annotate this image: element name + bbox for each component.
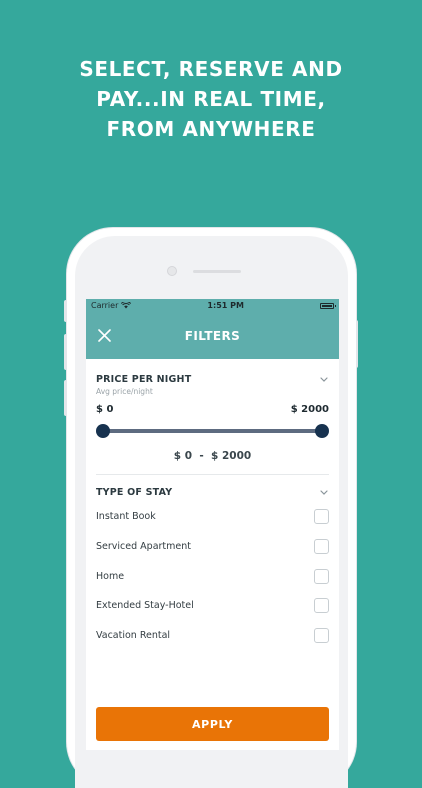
stay-option-instant-book[interactable]: Instant Book (96, 502, 329, 532)
status-time: 1:51 PM (207, 301, 244, 310)
headline-line-2: PAY...IN REAL TIME, (96, 87, 326, 111)
speaker-grille (193, 270, 241, 273)
stay-options-list: Instant Book Serviced Apartment Home Ext… (96, 502, 329, 650)
stay-option-label: Extended Stay-Hotel (96, 600, 194, 612)
stay-option-checkbox[interactable] (314, 628, 329, 644)
price-range-display: $ 0 - $ 2000 (173, 450, 252, 462)
status-left: Carrier (91, 301, 132, 310)
headline-line-1: SELECT, RESERVE AND (79, 57, 343, 81)
stay-option-checkbox[interactable] (314, 598, 329, 614)
stay-option-extended-stay-hotel[interactable]: Extended Stay-Hotel (96, 591, 329, 621)
stay-option-checkbox[interactable] (314, 539, 329, 555)
stay-option-home[interactable]: Home (96, 561, 329, 591)
wifi-icon (121, 302, 132, 309)
stay-option-serviced-apartment[interactable]: Serviced Apartment (96, 532, 329, 562)
price-range-slider[interactable] (96, 423, 329, 439)
page-title: FILTERS (184, 328, 241, 343)
app-screen: Carrier 1:51 PM FILTERS PRICE PER NIGHT (86, 299, 339, 750)
camera-icon (167, 266, 177, 276)
stay-option-checkbox[interactable] (314, 509, 329, 525)
stay-section-toggle[interactable] (319, 489, 329, 497)
filter-content: PRICE PER NIGHT Avg price/night $ 0 $ 20… (86, 359, 339, 650)
stay-option-label: Serviced Apartment (96, 541, 191, 553)
stay-option-label: Vacation Rental (96, 630, 171, 642)
stay-section-header[interactable]: TYPE OF STAY (96, 487, 329, 498)
slider-min-handle[interactable] (96, 424, 110, 438)
price-min-label: $ 0 (96, 404, 114, 415)
stay-option-label: Home (96, 570, 125, 582)
nav-bar: FILTERS (86, 312, 339, 359)
carrier-label: Carrier (91, 301, 119, 310)
price-max-label: $ 2000 (290, 404, 329, 415)
status-bar: Carrier 1:51 PM (86, 299, 339, 312)
slider-track[interactable] (102, 429, 323, 433)
stay-option-vacation-rental[interactable]: Vacation Rental (96, 621, 329, 651)
headline-line-3: FROM ANYWHERE (106, 117, 316, 141)
price-section-toggle[interactable] (319, 376, 329, 384)
slider-max-handle[interactable] (315, 424, 329, 438)
chevron-down-icon (320, 377, 328, 382)
close-icon (97, 328, 111, 342)
close-button[interactable] (96, 327, 112, 343)
stay-section-title: TYPE OF STAY (96, 487, 173, 498)
stay-option-label: Instant Book (96, 511, 156, 523)
price-section-title: PRICE PER NIGHT (96, 374, 192, 385)
headline: SELECT, RESERVE AND PAY...IN REAL TIME, … (0, 54, 422, 144)
chevron-down-icon (320, 490, 328, 495)
apply-button[interactable]: APPLY (96, 707, 329, 741)
price-range-labels: $ 0 $ 2000 (96, 404, 329, 415)
price-section-header[interactable]: PRICE PER NIGHT (96, 374, 329, 385)
price-section-subtitle: Avg price/night (96, 387, 153, 396)
battery-icon (320, 302, 336, 309)
stay-option-checkbox[interactable] (314, 568, 329, 584)
